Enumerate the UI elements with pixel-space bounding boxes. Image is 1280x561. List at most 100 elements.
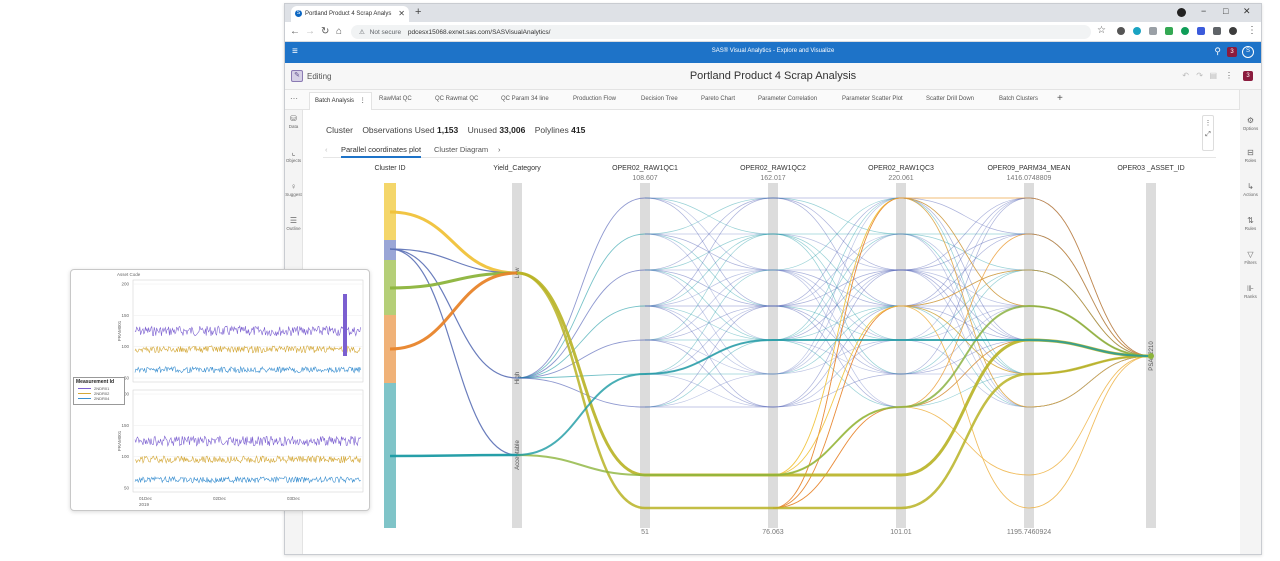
report-menu-icon[interactable]: ⋮ [1225,71,1233,80]
maximize-button[interactable]: □ [1223,6,1228,16]
axis-max-label: 1416.0748809 [1007,175,1052,182]
axis-title: OPER02_RAW1QC1 [612,165,678,172]
app-title: SAS® Visual Analytics - Explore and Visu… [711,48,835,54]
browser-tab[interactable]: S Portland Product 4 Scrap Analys ✕ [291,6,409,22]
minimize-button[interactable]: − [1201,6,1206,16]
y-tick-label: 200 [121,282,129,287]
notification-badge[interactable]: 3 [1227,47,1237,57]
sas-app-bar: ≡ SAS® Visual Analytics - Explore and Vi… [285,42,1261,63]
browser-window: S Portland Product 4 Scrap Analys ✕ + − … [284,3,1262,555]
profile-icon[interactable] [1177,8,1186,17]
browser-menu-icon[interactable]: ⋮ [1247,25,1257,36]
pane-label: Filters [1244,260,1257,265]
pane-item-suggest[interactable]: ♀ Suggest [285,182,302,197]
legend-item: 2NDR04 [74,396,124,401]
tab-qc-param-34-line[interactable]: QC Param 34 line [501,96,549,102]
forward-arrow-icon[interactable]: → [305,26,315,37]
report-badge[interactable]: 3 [1243,71,1253,81]
page-menu-icon[interactable]: ⋯ [290,94,298,103]
legend-label: 2NDR04 [94,396,110,401]
tab-parameter-scatter-plot[interactable]: Parameter Scatter Plot [842,96,903,102]
database-icon: ⛁ [290,114,297,123]
axis-max-label: 220.061 [888,175,913,182]
right-pane: ⚙ Options ⊟ Roles ↳ Actions ⇅ Rules ▽ Filters… [1239,90,1261,554]
tab-menu-icon[interactable]: ⋮ [360,98,366,104]
axis-min-label: 101.01 [890,529,912,536]
pane-item-rules[interactable]: ⇅ Rules [1240,216,1261,231]
axis-max-label: 108.607 [632,175,657,182]
axis-min-label: 51 [641,529,649,536]
polyline [772,355,1152,509]
x-tick-label: 03Dec [287,496,301,501]
polyline [516,269,646,379]
pane-item-objects[interactable]: ⌞ Objects [285,148,302,163]
reload-icon[interactable]: ↻ [321,26,329,37]
y-tick-label: 100 [121,344,129,349]
polyline-cluster [389,210,518,275]
outline-icon: ☰ [289,216,298,225]
tab-close-icon[interactable]: ✕ [398,9,405,18]
tab-production-flow[interactable]: Production Flow [573,96,616,102]
axis-min-label: 76.063 [762,529,784,536]
tab-qc-rawmat-qc[interactable]: QC Rawmat QC [435,96,478,102]
new-tab-button[interactable]: + [415,6,421,18]
options-icon: ⚙ [1246,116,1255,125]
pane-label: Outline [286,226,301,231]
y-tick-label: 100 [121,454,129,459]
report-canvas: Cluster Observations Used 1,153 Unused 3… [304,110,1240,554]
pane-item-actions[interactable]: ↳ Actions [1240,182,1261,197]
extension-icon[interactable] [1165,27,1173,35]
report-header: ✎ Editing Portland Product 4 Scrap Analy… [285,63,1261,90]
home-icon[interactable]: ⌂ [336,26,342,37]
pane-item-ranks[interactable]: ⊪ Ranks [1240,284,1261,299]
tab-batch-analysis[interactable]: Batch Analysis ⋮ [309,92,372,110]
add-page-button[interactable]: + [1057,93,1063,104]
axis-title: Yield_Category [493,165,541,172]
pane-item-outline[interactable]: ☰ Outline [285,216,302,231]
tab-decision-tree[interactable]: Decision Tree [641,96,678,102]
x-year-label: 2019 [139,502,150,507]
redo-icon[interactable]: ↷ [1196,71,1203,80]
x-tick-label: 01Dec [139,496,153,501]
user-avatar[interactable]: S [1242,46,1254,58]
pane-item-data[interactable]: ⛁ Data [285,114,302,129]
actions-icon: ↳ [1247,182,1254,191]
tab-scatter-drill-down[interactable]: Scatter Drill Down [926,96,974,102]
polyline [772,339,1152,509]
pane-item-options[interactable]: ⚙ Options [1240,116,1261,131]
polyline-cluster [389,248,518,379]
suggest-icon: ♀ [290,182,297,191]
avatar[interactable] [1229,27,1237,35]
axis-title: OPER03 _ASSET_ID [1117,165,1184,172]
back-arrow-icon[interactable]: ← [290,26,300,37]
extension-icon[interactable] [1149,27,1157,35]
pane-label: Options [1242,126,1259,131]
tab-batch-clusters[interactable]: Batch Clusters [999,96,1038,102]
tab-rawmat-qc[interactable]: RawMat QC [379,96,412,102]
extension-icon[interactable] [1181,27,1189,35]
cluster-segment [384,240,396,260]
pane-item-roles[interactable]: ⊟ Roles [1240,148,1261,163]
pane-item-filters[interactable]: ▽ Filters [1240,250,1261,265]
save-icon[interactable]: ▤ [1209,71,1217,80]
asset-hub-marker [1148,353,1154,359]
panel-title: Asset Code [117,272,141,277]
puzzle-icon[interactable] [1213,27,1221,35]
rules-icon: ⇅ [1247,216,1254,225]
undo-icon[interactable]: ↶ [1182,71,1189,80]
url-field[interactable]: ⚠ Not secure pdcesx15068.exnet.sas.com/S… [351,25,1091,39]
extension-icon[interactable] [1197,27,1205,35]
report-title: Portland Product 4 Scrap Analysis [689,70,857,82]
extension-icon[interactable] [1117,27,1125,35]
spike-mark [343,294,347,356]
screenshot-stage: S Portland Product 4 Scrap Analys ✕ + − … [0,0,1280,561]
search-icon[interactable]: ⚲ [1214,46,1221,57]
warning-icon: ⚠ [359,29,365,36]
tab-label: Batch Analysis [315,98,355,104]
tab-pareto-chart[interactable]: Pareto Chart [701,96,735,102]
tab-parameter-correlation[interactable]: Parameter Correlation [758,96,817,102]
pane-label: Objects [285,158,302,163]
extension-icon[interactable] [1133,27,1141,35]
close-window-button[interactable]: ✕ [1243,6,1251,17]
bookmark-star-icon[interactable]: ☆ [1097,25,1106,36]
